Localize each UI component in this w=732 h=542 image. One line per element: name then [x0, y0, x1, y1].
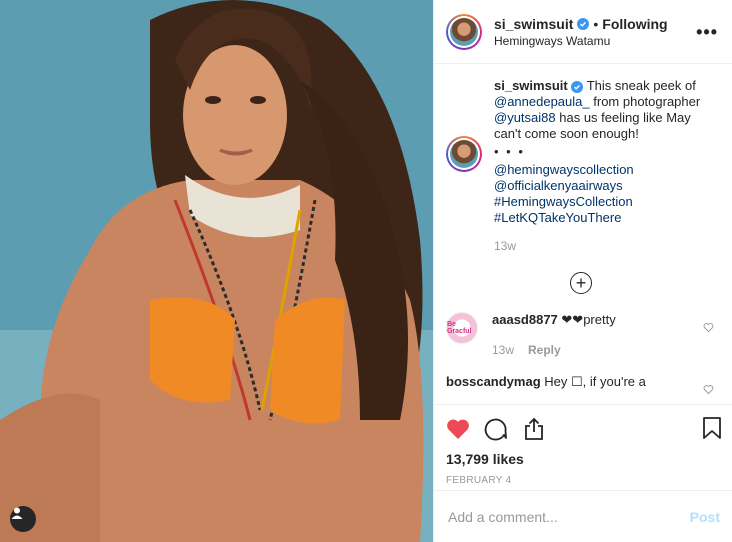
caption-text-part: from photographer: [593, 94, 701, 109]
post-date[interactable]: FEBRUARY 4: [446, 475, 720, 486]
following-button[interactable]: Following: [602, 16, 667, 32]
post-actions: 13,799 likes FEBRUARY 4: [434, 404, 732, 490]
caption-timestamp[interactable]: 13w: [494, 238, 710, 254]
comment-timestamp[interactable]: 13w: [492, 342, 514, 358]
post-header: si_swimsuit • Following Hemingways Watam…: [434, 0, 732, 64]
verified-badge-icon: [571, 81, 584, 93]
mention-link[interactable]: @yutsai88: [494, 110, 556, 125]
like-comment-heart-icon[interactable]: [703, 384, 714, 395]
hashtag-link[interactable]: #HemingwaysCollection: [494, 194, 710, 210]
post-comment-button[interactable]: Post: [690, 509, 720, 525]
tag-link[interactable]: @officialkenyaairways: [494, 178, 710, 194]
comment-text: ❤❤pretty: [561, 312, 616, 327]
separator-dot: •: [593, 15, 599, 32]
photo-illustration: [0, 0, 433, 542]
comment-item: Be Gracful aaasd8877 ❤❤pretty 13w Reply: [446, 312, 716, 358]
like-heart-icon[interactable]: [446, 418, 470, 440]
caption-dots: • • •: [494, 144, 525, 159]
comment-input[interactable]: [448, 508, 668, 525]
tagged-users-button[interactable]: [10, 506, 36, 532]
post-location[interactable]: Hemingways Watamu: [494, 34, 668, 48]
comments-section[interactable]: si_swimsuit This sneak peek of @annedepa…: [434, 64, 732, 404]
mention-link[interactable]: @annedepaula_: [494, 94, 590, 109]
reply-button[interactable]: Reply: [528, 342, 561, 358]
likes-count[interactable]: 13,799 likes: [446, 451, 720, 467]
commenter-username[interactable]: bosscandymag: [446, 374, 541, 389]
tag-link[interactable]: @hemingwayscollection: [494, 162, 710, 178]
load-more-comments[interactable]: +: [446, 272, 716, 294]
author-username[interactable]: si_swimsuit: [494, 16, 573, 32]
post-photo[interactable]: [0, 0, 433, 542]
user-icon: [11, 507, 23, 519]
caption-avatar[interactable]: [446, 136, 482, 172]
more-options-icon[interactable]: •••: [696, 22, 718, 43]
plus-circle-icon[interactable]: +: [570, 272, 592, 294]
author-avatar[interactable]: [446, 13, 482, 50]
like-comment-heart-icon[interactable]: [703, 322, 714, 333]
verified-badge-icon: [577, 17, 590, 30]
hashtag-link[interactable]: #LetKQTakeYouThere: [494, 210, 710, 226]
commenter-username[interactable]: aaasd8877: [492, 312, 558, 327]
caption-text-part: This sneak peek of: [586, 78, 696, 93]
comment-composer: Post: [434, 490, 732, 542]
instagram-post-modal: si_swimsuit • Following Hemingways Watam…: [0, 0, 732, 542]
comment-bubble-icon[interactable]: [484, 417, 508, 441]
commenter-avatar[interactable]: Be Gracful: [446, 312, 478, 344]
comment-text: Hey ☐, if you're a: [544, 374, 646, 389]
caption: si_swimsuit This sneak peek of @annedepa…: [446, 78, 716, 254]
caption-username[interactable]: si_swimsuit: [494, 78, 568, 93]
comment-item: bosscandymag Hey ☐, if you're a: [446, 374, 716, 395]
bookmark-icon[interactable]: [702, 417, 722, 439]
share-icon[interactable]: [522, 417, 546, 441]
post-side-panel: si_swimsuit • Following Hemingways Watam…: [433, 0, 732, 542]
